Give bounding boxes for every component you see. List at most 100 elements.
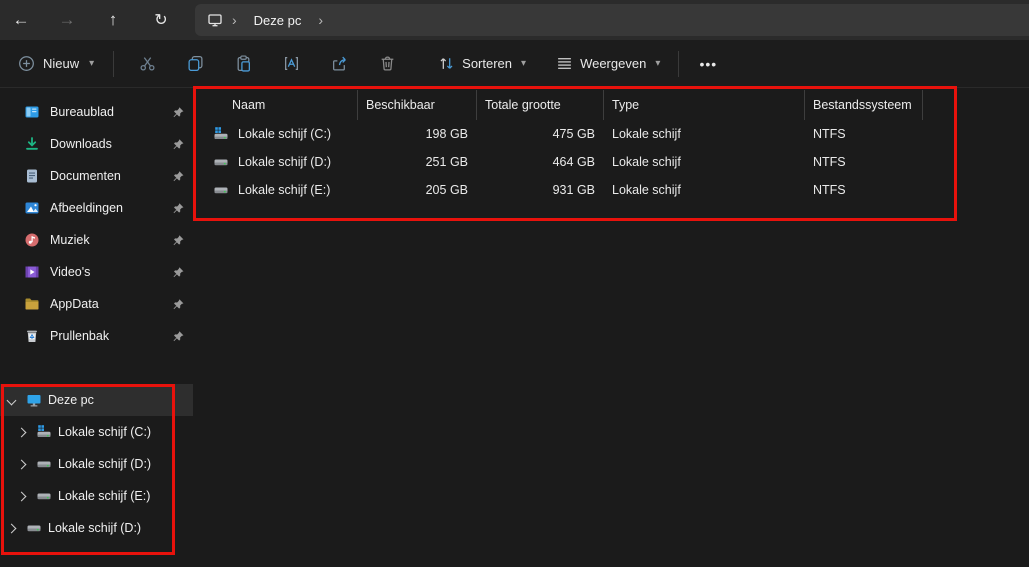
copy-icon bbox=[187, 55, 204, 72]
paste-button[interactable] bbox=[223, 47, 263, 81]
column-header-name[interactable]: Naam bbox=[193, 90, 358, 120]
sidebar-item-label: Muziek bbox=[50, 233, 163, 247]
more-options-button[interactable]: ••• bbox=[690, 47, 726, 81]
sidebar-item-appdata[interactable]: AppData bbox=[0, 288, 193, 320]
pin-icon bbox=[173, 299, 184, 310]
folder-icon bbox=[24, 296, 40, 312]
sidebar-item-label: Afbeeldingen bbox=[50, 201, 163, 215]
sidebar-item-documents[interactable]: Documenten bbox=[0, 160, 193, 192]
toolbar-divider bbox=[678, 51, 679, 77]
rename-icon bbox=[283, 55, 300, 72]
new-button-label: Nieuw bbox=[43, 56, 79, 71]
breadcrumb-chevron-icon[interactable]: › bbox=[227, 12, 242, 28]
music-icon bbox=[24, 232, 40, 248]
toolbar-divider bbox=[113, 51, 114, 77]
tree-item-drive-d-root[interactable]: Lokale schijf (D:) bbox=[0, 512, 193, 544]
sort-button[interactable]: Sorteren ▾ bbox=[429, 48, 535, 79]
chevron-down-icon[interactable] bbox=[4, 393, 18, 407]
sidebar-item-music[interactable]: Muziek bbox=[0, 224, 193, 256]
chevron-down-icon: ▾ bbox=[89, 58, 94, 69]
tree-item-label: Deze pc bbox=[48, 393, 94, 407]
breadcrumb-chevron-icon[interactable]: › bbox=[313, 12, 328, 28]
sidebar-item-downloads[interactable]: Downloads bbox=[0, 128, 193, 160]
drive-type: Lokale schijf bbox=[604, 155, 805, 169]
sidebar-item-recycle-bin[interactable]: Prullenbak bbox=[0, 320, 193, 352]
rename-button[interactable] bbox=[271, 47, 311, 81]
drive-icon bbox=[36, 456, 52, 472]
chevron-right-icon[interactable] bbox=[4, 521, 18, 535]
file-explorer-window: ← → ↑ ↻ › Deze pc › bbox=[0, 0, 1029, 567]
title-bar: ← → ↑ ↻ › Deze pc › bbox=[0, 0, 1029, 40]
sort-icon bbox=[438, 55, 455, 72]
column-header-spacer bbox=[923, 90, 1029, 120]
cut-button[interactable] bbox=[127, 47, 167, 81]
navigation-pane: Bureaublad Downloads bbox=[0, 88, 193, 567]
tree-item-drive-d[interactable]: Lokale schijf (D:) bbox=[0, 448, 193, 480]
share-button[interactable] bbox=[319, 47, 359, 81]
recycle-bin-icon bbox=[24, 328, 40, 344]
table-row[interactable]: Lokale schijf (D:) 251 GB 464 GB Lokale … bbox=[193, 148, 1029, 176]
drive-filesystem: NTFS bbox=[805, 155, 923, 169]
copy-button[interactable] bbox=[175, 47, 215, 81]
refresh-icon: ↻ bbox=[154, 10, 167, 30]
drive-type: Lokale schijf bbox=[604, 183, 805, 197]
column-header-type[interactable]: Type bbox=[604, 90, 805, 120]
sidebar-item-label: Prullenbak bbox=[50, 329, 163, 343]
table-row[interactable]: Lokale schijf (C:) 198 GB 475 GB Lokale … bbox=[193, 120, 1029, 148]
chevron-right-icon[interactable] bbox=[14, 457, 28, 471]
documents-icon bbox=[24, 168, 40, 184]
tree-item-drive-e[interactable]: Lokale schijf (E:) bbox=[0, 480, 193, 512]
chevron-right-icon[interactable] bbox=[14, 425, 28, 439]
chevron-down-icon: ▾ bbox=[521, 58, 526, 69]
view-list-icon bbox=[556, 55, 573, 72]
table-row[interactable]: Lokale schijf (E:) 205 GB 931 GB Lokale … bbox=[193, 176, 1029, 204]
new-button[interactable]: Nieuw ▾ bbox=[8, 48, 104, 79]
up-arrow-icon: ↑ bbox=[109, 10, 118, 30]
delete-button[interactable] bbox=[367, 47, 407, 81]
sidebar-item-videos[interactable]: Video's bbox=[0, 256, 193, 288]
this-pc-icon bbox=[207, 12, 223, 28]
column-header-filesystem[interactable]: Bestandssysteem bbox=[805, 90, 923, 120]
breadcrumb-this-pc[interactable]: Deze pc bbox=[246, 10, 310, 31]
sidebar-item-pictures[interactable]: Afbeeldingen bbox=[0, 192, 193, 224]
back-button[interactable]: ← bbox=[4, 4, 38, 36]
sidebar-item-desktop[interactable]: Bureaublad bbox=[0, 96, 193, 128]
column-header-available[interactable]: Beschikbaar bbox=[358, 90, 477, 120]
column-header-total-size[interactable]: Totale grootte bbox=[477, 90, 604, 120]
address-bar[interactable]: › Deze pc › bbox=[195, 4, 1029, 36]
refresh-button[interactable]: ↻ bbox=[144, 4, 178, 36]
sidebar-item-label: Downloads bbox=[50, 137, 163, 151]
drive-filesystem: NTFS bbox=[805, 127, 923, 141]
ellipsis-icon: ••• bbox=[699, 56, 717, 72]
pin-icon bbox=[173, 235, 184, 246]
sidebar-item-label: Video's bbox=[50, 265, 163, 279]
tree-item-label: Lokale schijf (C:) bbox=[58, 425, 151, 439]
view-button[interactable]: Weergeven ▾ bbox=[547, 48, 669, 79]
table-header: Naam Beschikbaar Totale grootte Type Bes… bbox=[193, 90, 1029, 120]
delete-icon bbox=[379, 55, 396, 72]
pin-icon bbox=[173, 139, 184, 150]
sidebar-item-label: AppData bbox=[50, 297, 163, 311]
sidebar-item-label: Documenten bbox=[50, 169, 163, 183]
share-icon bbox=[331, 55, 348, 72]
command-bar: Nieuw ▾ bbox=[0, 40, 1029, 88]
drive-available: 205 GB bbox=[358, 183, 477, 197]
drive-icon bbox=[213, 182, 229, 198]
drive-type: Lokale schijf bbox=[604, 127, 805, 141]
pin-icon bbox=[173, 107, 184, 118]
tree-item-drive-c[interactable]: Lokale schijf (C:) bbox=[0, 416, 193, 448]
tree-item-label: Lokale schijf (D:) bbox=[48, 521, 141, 535]
drive-available: 198 GB bbox=[358, 127, 477, 141]
drive-icon bbox=[213, 154, 229, 170]
file-list-pane: Naam Beschikbaar Totale grootte Type Bes… bbox=[193, 88, 1029, 567]
up-button[interactable]: ↑ bbox=[96, 4, 130, 36]
drive-total-size: 475 GB bbox=[477, 127, 604, 141]
drive-name: Lokale schijf (E:) bbox=[238, 183, 330, 197]
pin-icon bbox=[173, 267, 184, 278]
drive-name: Lokale schijf (D:) bbox=[238, 155, 331, 169]
forward-button[interactable]: → bbox=[50, 4, 84, 36]
drive-name: Lokale schijf (C:) bbox=[238, 127, 331, 141]
this-pc-icon bbox=[26, 392, 42, 408]
tree-item-this-pc[interactable]: Deze pc bbox=[0, 384, 193, 416]
chevron-right-icon[interactable] bbox=[14, 489, 28, 503]
